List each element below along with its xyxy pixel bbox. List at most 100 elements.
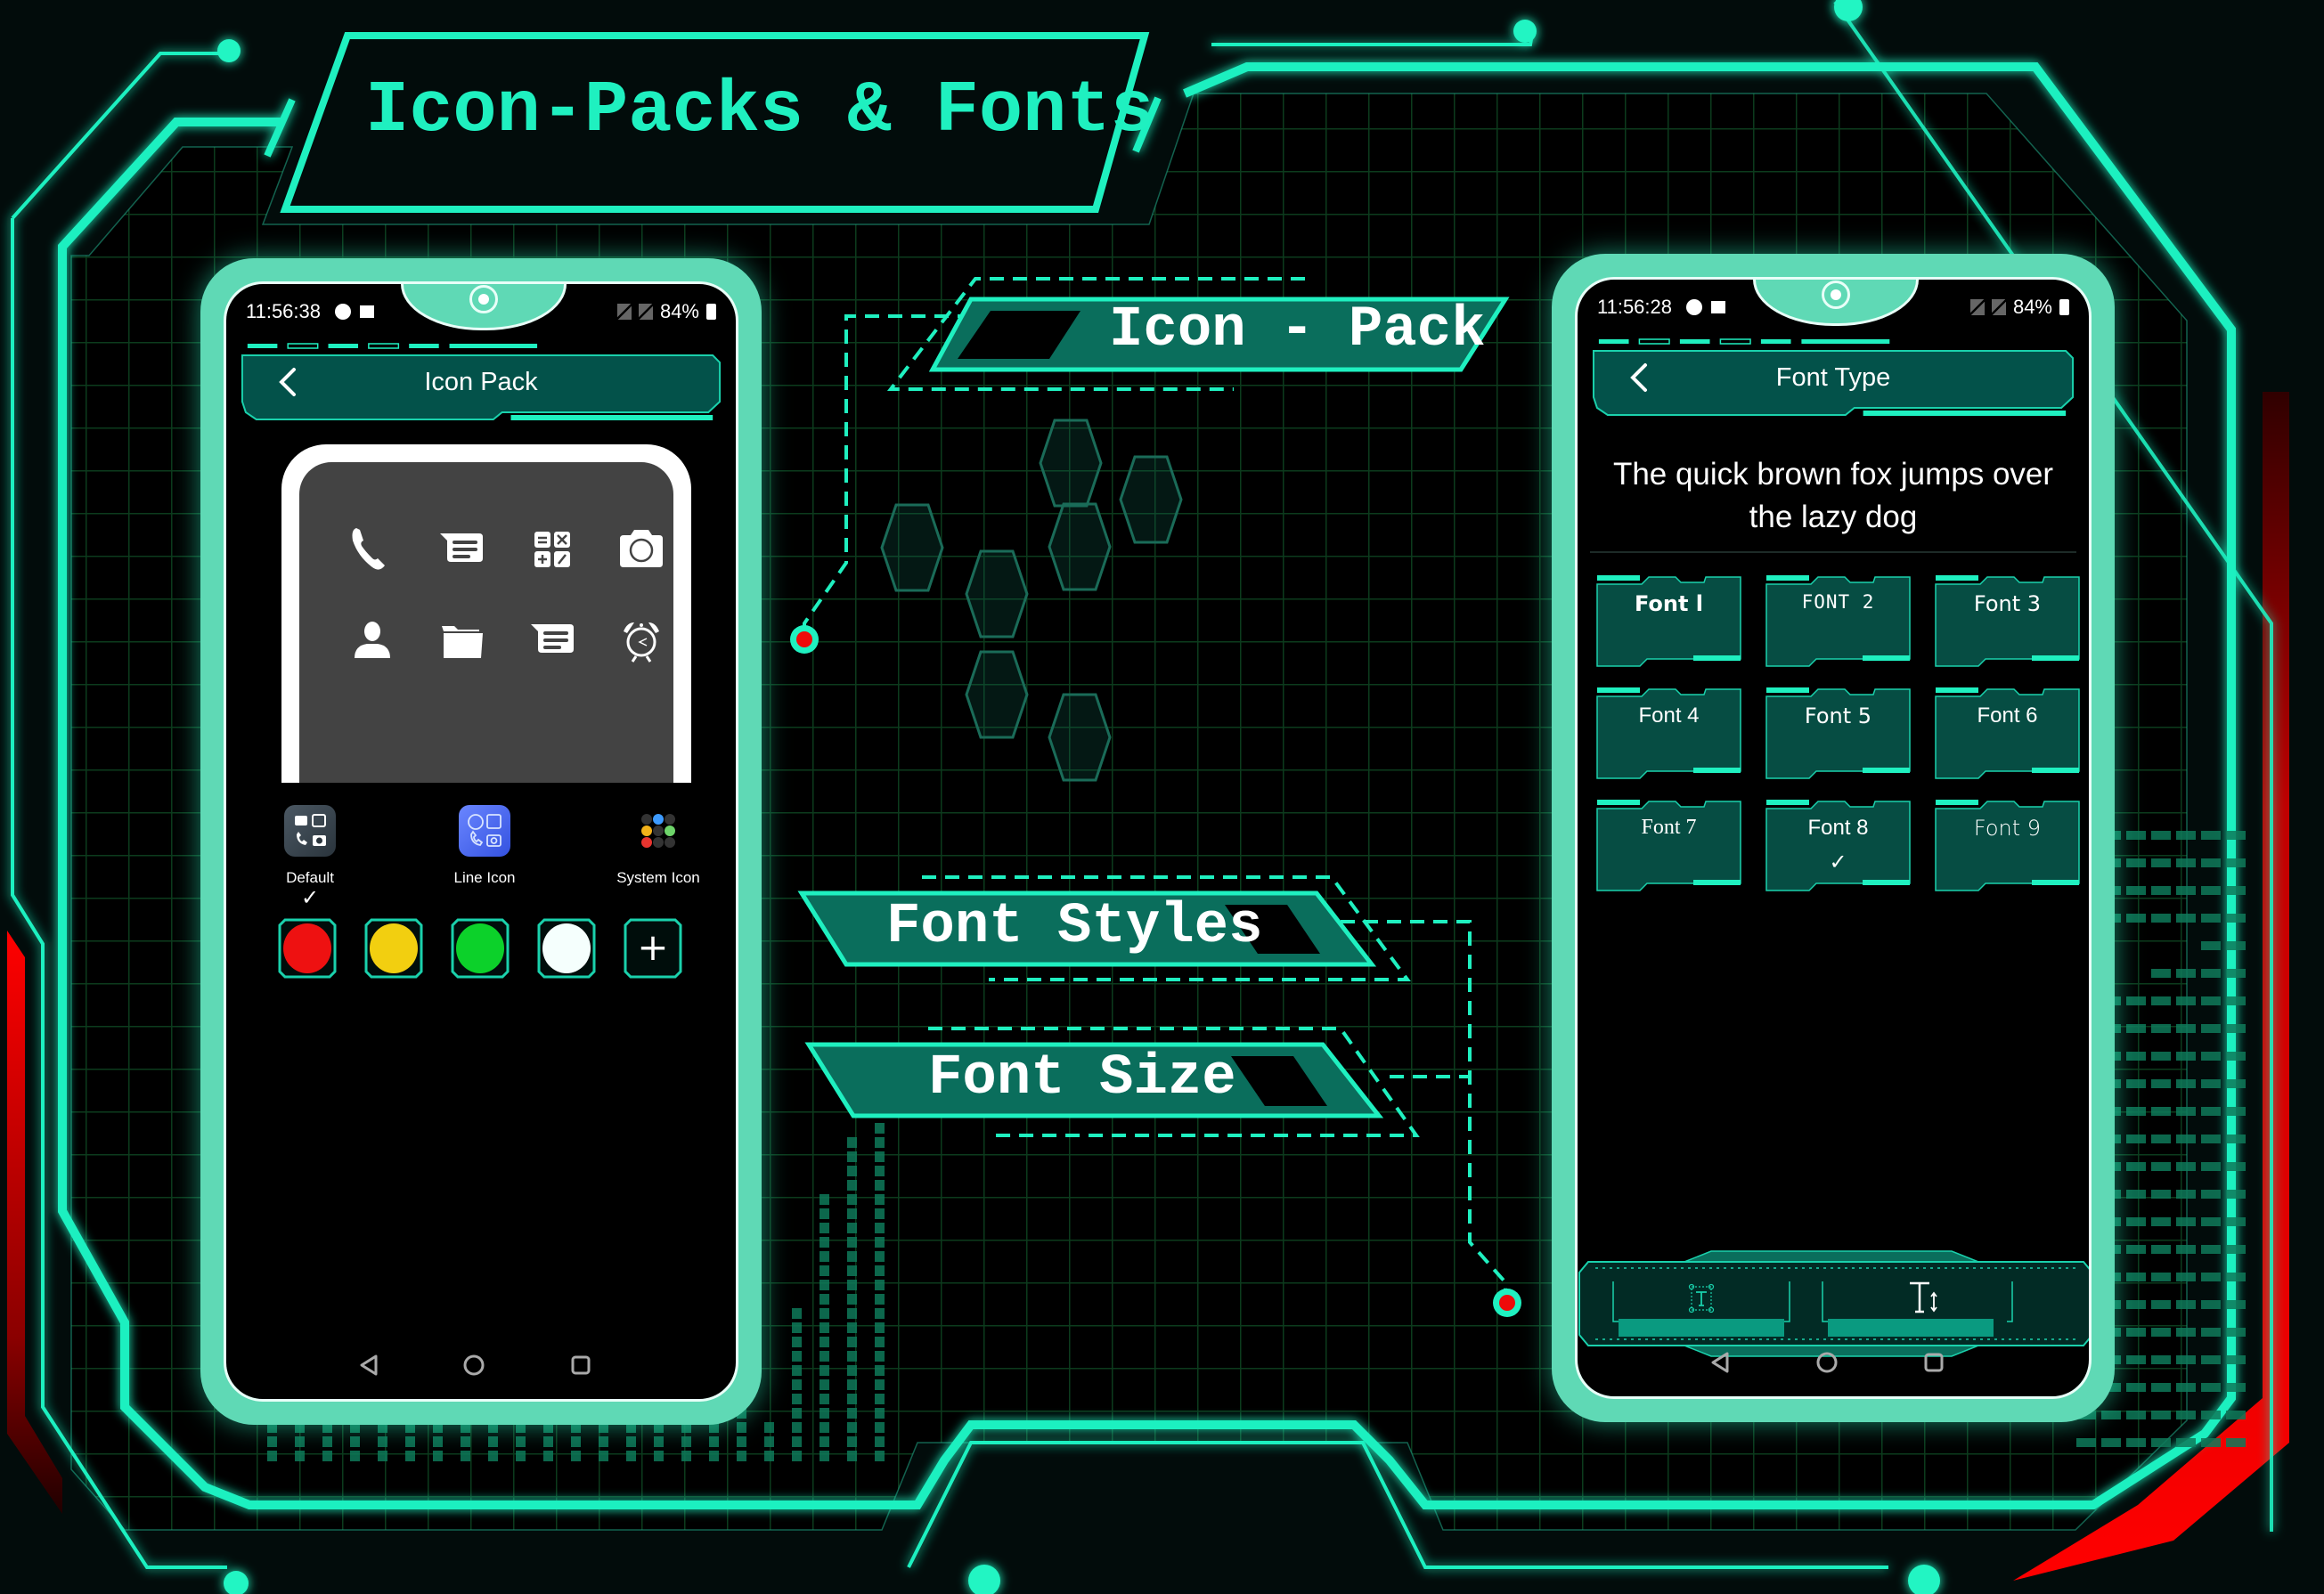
equalizer-segment (2226, 941, 2246, 950)
recents-square-icon[interactable] (1921, 1350, 1946, 1375)
equalizer-segment (820, 1322, 829, 1333)
back-triangle-icon[interactable] (1708, 1350, 1733, 1375)
color-swatch-green[interactable] (451, 918, 510, 979)
equalizer-segment (764, 1436, 774, 1447)
equalizer-segment (2176, 886, 2196, 895)
equalizer-segment (2126, 1438, 2146, 1447)
equalizer-segment (792, 1394, 802, 1404)
equalizer-segment (2176, 1217, 2196, 1226)
font-option-label: FONT 2 (1801, 591, 1875, 613)
equalizer-segment (654, 1436, 664, 1447)
back-triangle-icon[interactable] (356, 1353, 381, 1378)
equalizer-segment (681, 1451, 691, 1461)
icon-pack-default[interactable]: Default ✓ (239, 805, 381, 909)
font-styles-label: Font Styles (886, 895, 1263, 959)
equalizer-segment (875, 1123, 885, 1134)
equalizer-segment (2201, 1079, 2221, 1088)
equalizer-segment (2226, 969, 2246, 978)
equalizer-segment (681, 1436, 691, 1447)
equalizer-segment (2201, 1383, 2221, 1392)
equalizer-segment (2226, 1300, 2246, 1309)
font-option-9[interactable]: Font 9 (1934, 798, 2081, 891)
equalizer-segment (820, 1208, 829, 1219)
equalizer-segment (2176, 996, 2196, 1005)
equalizer-segment (2151, 969, 2171, 978)
color-swatch-red[interactable] (278, 918, 337, 979)
status-bar: 11:56:38 84% (226, 300, 736, 332)
equalizer-segment (847, 1194, 857, 1205)
page-title: Font Type (1775, 363, 1891, 392)
color-swatch-yellow[interactable] (364, 918, 423, 979)
equalizer-segment (2176, 1355, 2196, 1364)
equalizer-segment (2226, 1273, 2246, 1281)
equalizer-segment (764, 1422, 774, 1433)
equalizer-segment (2201, 886, 2221, 895)
equalizer-segment (2176, 858, 2196, 867)
font-option-6[interactable]: Font 6 (1934, 686, 2081, 779)
equalizer-segment (2126, 1355, 2146, 1364)
equalizer-segment (792, 1422, 802, 1433)
font-option-4[interactable]: Font 4 (1595, 686, 1742, 779)
equalizer-segment (875, 1294, 885, 1305)
equalizer-segment (295, 1436, 305, 1447)
font-option-label: Font 8 (1807, 816, 1869, 840)
icon-pack-label: Icon - Pack (1109, 298, 1486, 362)
equalizer-segment (2201, 1245, 2221, 1254)
equalizer-segment (2176, 1190, 2196, 1199)
home-circle-icon[interactable] (461, 1353, 486, 1378)
page-banner-title: Icon-Packs & Fonts (365, 69, 1154, 152)
phone-screen: 11:56:38 84% Icon Pack Default ✓ Line Ic… (224, 281, 738, 1402)
add-color-button[interactable]: + (624, 918, 682, 979)
font-option-3[interactable]: Font 3 (1934, 573, 2081, 667)
equalizer-segment (2151, 831, 2171, 840)
font-option-1[interactable]: Font l (1595, 573, 1742, 667)
equalizer-segment (2151, 1328, 2171, 1337)
equalizer-segment (820, 1394, 829, 1404)
equalizer-segment (433, 1451, 443, 1461)
equalizer-segment (2126, 1273, 2146, 1281)
equalizer-segment (847, 1237, 857, 1248)
font-option-8[interactable]: Font 8 ✓ (1765, 798, 1912, 891)
equalizer-segment (847, 1451, 857, 1461)
equalizer-segment (792, 1436, 802, 1447)
alarm-clock-icon (624, 622, 659, 663)
equalizer-segment (875, 1436, 885, 1447)
swatch-color (370, 923, 418, 973)
equalizer-segment (2226, 1355, 2246, 1364)
icon-pack-line-icon[interactable]: Line Icon (413, 805, 556, 889)
equalizer-segment (2151, 1024, 2171, 1033)
equalizer-segment (2201, 1355, 2221, 1364)
no-sim-icon (1969, 299, 1985, 315)
color-swatch-white[interactable] (537, 918, 596, 979)
font-option-7[interactable]: Font 7 (1595, 798, 1742, 891)
font-sample-text: The quick brown fox jumps over the lazy … (1612, 457, 2054, 534)
no-sim-icon (638, 304, 653, 320)
equalizer-segment (2226, 1245, 2246, 1254)
font-option-label: Font 6 (1977, 703, 2038, 728)
equalizer-segment (2201, 1024, 2221, 1033)
equalizer-segment (820, 1408, 829, 1419)
equalizer-segment (2126, 1135, 2146, 1143)
icon-pack-system-icon[interactable]: System Icon (587, 805, 730, 889)
system-nav-bar (1578, 1345, 2089, 1380)
equalizer-segment (875, 1422, 885, 1433)
equalizer-segment (2201, 1135, 2221, 1143)
equalizer-segment (820, 1379, 829, 1390)
equalizer-segment (847, 1337, 857, 1347)
equalizer-segment (2226, 1162, 2246, 1171)
equalizer-segment (2126, 1245, 2146, 1254)
equalizer-segment (322, 1436, 332, 1447)
equalizer-segment (820, 1451, 829, 1461)
home-circle-icon[interactable] (1814, 1350, 1839, 1375)
equalizer-segment (516, 1451, 526, 1461)
font-option-5[interactable]: Font 5 (1765, 686, 1912, 779)
recents-square-icon[interactable] (568, 1353, 593, 1378)
equalizer-segment (2226, 1135, 2246, 1143)
font-option-label: Font 4 (1638, 703, 1700, 728)
equalizer-segment (875, 1351, 885, 1362)
equalizer-segment (2226, 1217, 2246, 1226)
equalizer-segment (792, 1365, 802, 1376)
equalizer-segment (847, 1166, 857, 1176)
equalizer-segment (2226, 1190, 2246, 1199)
font-option-2[interactable]: FONT 2 (1765, 573, 1912, 667)
